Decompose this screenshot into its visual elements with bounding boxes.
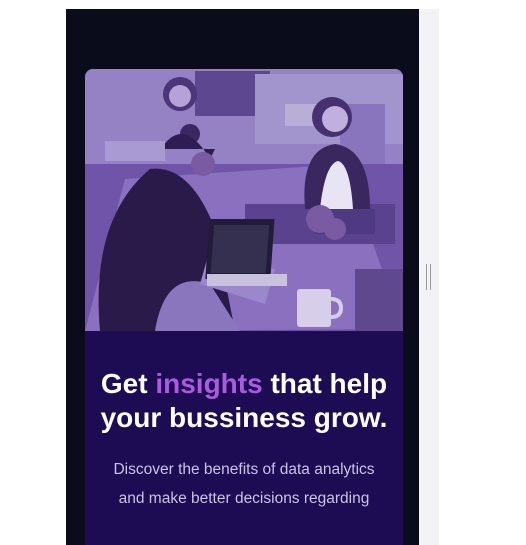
card-body: Get insights that help your bussiness gr… xyxy=(85,331,403,513)
preview-viewport: Get insights that help your bussiness gr… xyxy=(66,9,419,545)
viewport-resize-handle[interactable] xyxy=(426,264,431,290)
headline-start: Get xyxy=(100,368,156,399)
office-photo xyxy=(85,69,403,331)
stats-preview-card: Get insights that help your bussiness gr… xyxy=(85,69,403,545)
headline-accent-word: insights xyxy=(155,368,263,399)
headline: Get insights that help your bussiness gr… xyxy=(99,367,389,435)
hero-image xyxy=(85,69,403,331)
description-text: Discover the benefits of data analytics … xyxy=(113,461,375,507)
